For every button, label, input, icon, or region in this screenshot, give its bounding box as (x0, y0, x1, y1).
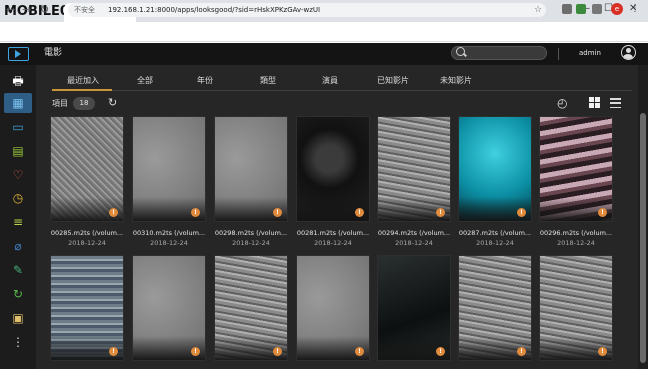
history-360-icon[interactable]: ↻ (10, 286, 26, 302)
video-title[interactable]: 00287.m2ts (/volum... (456, 228, 534, 238)
warning-icon: ! (273, 347, 282, 356)
address-bar (0, 22, 648, 42)
video-title[interactable]: 00281.m2ts (/volum... (294, 228, 372, 238)
video-title[interactable]: 00310.m2ts (/volum... (130, 228, 208, 238)
page-title: 電影 (44, 48, 63, 58)
video-date: 2018-12-24 (314, 239, 352, 247)
video-date: 2018-12-24 (557, 239, 595, 247)
video-title[interactable]: 00296.m2ts (/volum... (537, 228, 615, 238)
search-input[interactable] (451, 46, 547, 60)
forward-icon[interactable]: → (22, 3, 31, 17)
heart-icon[interactable]: ♡ (10, 167, 26, 183)
folder-icon[interactable]: ▣ (10, 310, 26, 326)
video-tile[interactable]: ! (132, 255, 206, 361)
tag-icon[interactable]: ⌀ (10, 238, 26, 254)
history-icon[interactable]: ◴ (557, 96, 567, 110)
items-label: 項目 (52, 99, 68, 108)
security-status[interactable]: 不安全 (74, 4, 95, 16)
active-tab-indicator (52, 89, 112, 91)
warning-icon: ! (191, 208, 200, 217)
list-view-icon[interactable] (610, 98, 621, 108)
video-tile[interactable]: ! (214, 255, 288, 361)
scrollbar-thumb[interactable] (640, 113, 646, 363)
reload-icon[interactable]: ↻ (40, 3, 49, 17)
video-date: 2018-12-24 (150, 239, 188, 247)
warning-icon: ! (598, 208, 607, 217)
warning-icon: ! (355, 208, 364, 217)
warning-icon: ! (436, 347, 445, 356)
url-input[interactable]: 192.168.1.21:8000/apps/looksgood/?sid=rH… (108, 4, 320, 16)
extension-icon[interactable] (562, 4, 572, 14)
warning-icon: ! (273, 208, 282, 217)
video-library-icon[interactable]: ▤ (10, 143, 26, 159)
app-logo-icon[interactable] (8, 47, 29, 61)
video-title[interactable]: 00298.m2ts (/volum... (212, 228, 290, 238)
items-count-badge: 18 (73, 97, 95, 110)
tab-all[interactable]: 全部 (137, 75, 153, 87)
tv-icon[interactable]: ▭ (10, 119, 26, 135)
video-tile[interactable]: ! (296, 255, 370, 361)
more-icon[interactable]: ⋮ (10, 334, 26, 350)
tab-divider (52, 90, 632, 91)
video-title[interactable]: 00294.m2ts (/volum... (375, 228, 453, 238)
tab-year[interactable]: 年份 (197, 75, 213, 87)
warning-icon: ! (355, 347, 364, 356)
video-tile[interactable]: ! (539, 116, 613, 222)
video-title[interactable]: 00285.m2ts (/volum... (48, 228, 126, 238)
video-tile[interactable]: ! (458, 116, 532, 222)
search-icon[interactable] (456, 47, 465, 56)
refresh-icon[interactable]: ↻ (108, 97, 117, 109)
warning-icon: ! (517, 208, 526, 217)
video-date: 2018-12-24 (395, 239, 433, 247)
grid-view-icon[interactable] (589, 97, 600, 108)
extension-icon[interactable] (576, 4, 586, 14)
video-date: 2018-12-24 (68, 239, 106, 247)
video-tile[interactable]: ! (377, 116, 451, 222)
video-tile[interactable]: ! (132, 116, 206, 222)
user-name[interactable]: admin (579, 47, 601, 59)
video-tile[interactable]: ! (50, 116, 124, 222)
bookmark-star-icon[interactable]: ☆ (534, 4, 542, 16)
printer-icon[interactable]: 🖶 (10, 73, 26, 89)
profile-avatar[interactable]: e (611, 3, 623, 15)
warning-icon: ! (598, 347, 607, 356)
video-tile[interactable]: ! (296, 116, 370, 222)
header-divider (558, 48, 559, 60)
warning-icon: ! (109, 208, 118, 217)
extension-icon[interactable] (592, 4, 602, 14)
warning-icon: ! (517, 347, 526, 356)
clock-icon[interactable]: ◷ (10, 190, 26, 206)
video-tile[interactable]: ! (214, 116, 288, 222)
tab-actors[interactable]: 演員 (322, 75, 338, 87)
tab-genre[interactable]: 類型 (260, 75, 276, 87)
video-date: 2018-12-24 (476, 239, 514, 247)
user-avatar-icon[interactable] (621, 45, 636, 60)
warning-icon: ! (109, 347, 118, 356)
video-tile[interactable]: ! (377, 255, 451, 361)
video-tile[interactable]: ! (50, 255, 124, 361)
playlist-icon[interactable]: ≡ (10, 214, 26, 230)
warning-icon: ! (191, 347, 200, 356)
app-header (0, 43, 648, 65)
video-date: 2018-12-24 (232, 239, 270, 247)
edit-icon[interactable]: ✎ (10, 262, 26, 278)
film-icon[interactable]: ▦ (10, 95, 26, 111)
video-tile[interactable]: ! (458, 255, 532, 361)
tab-known-videos[interactable]: 已知影片 (377, 75, 409, 87)
warning-icon: ! (436, 208, 445, 217)
tab-unknown-videos[interactable]: 未知影片 (440, 75, 472, 87)
back-icon[interactable]: ← (6, 3, 15, 17)
video-tile[interactable]: ! (539, 255, 613, 361)
browser-menu-icon[interactable]: ⋮ (630, 3, 640, 15)
tab-recently-added[interactable]: 最近加入 (67, 75, 99, 87)
